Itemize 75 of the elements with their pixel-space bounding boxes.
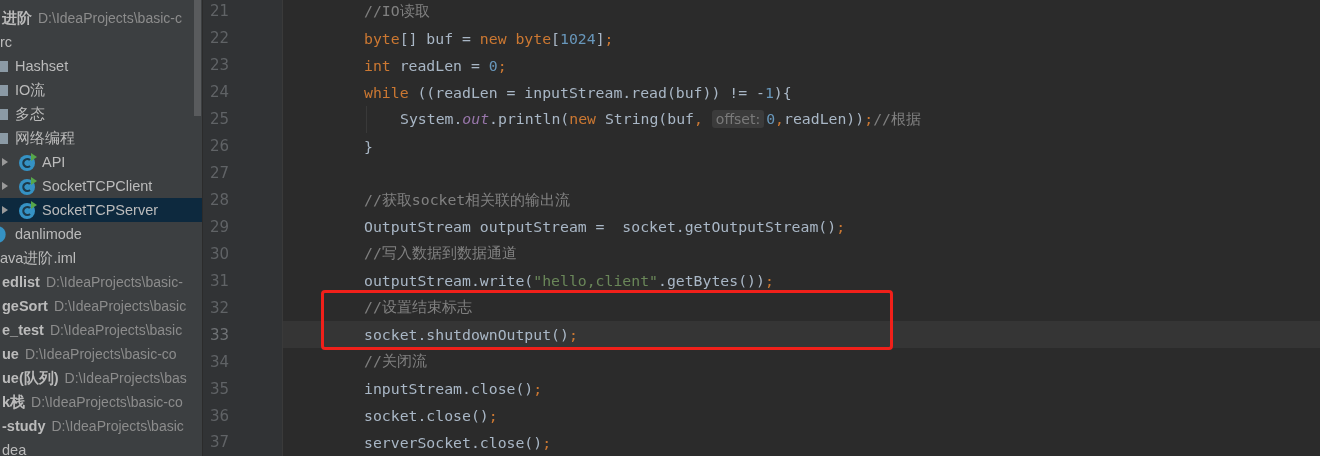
code-line: //IO读取 bbox=[364, 1, 430, 21]
code-line: //获取socket相关联的输出流 bbox=[364, 190, 571, 210]
tree-row[interactable]: Hashset bbox=[0, 54, 202, 78]
tree-row[interactable]: 进阶 D:\IdeaProjects\basic-c bbox=[0, 6, 202, 30]
tree-item-name: k栈 bbox=[2, 392, 26, 412]
tree-item-name: IO流 bbox=[15, 80, 46, 100]
tree-item-name: API bbox=[42, 154, 66, 170]
code-line: //写入数据到数据通道 bbox=[364, 244, 517, 264]
tree-row[interactable]: danlimode bbox=[0, 222, 202, 246]
tree-row[interactable]: edlist D:\IdeaProjects\basic- bbox=[0, 270, 202, 294]
class-icon bbox=[0, 225, 9, 243]
folder-icon bbox=[0, 84, 8, 96]
tree-row[interactable]: dea bbox=[0, 438, 202, 456]
tree-row[interactable]: IO流 bbox=[0, 78, 202, 102]
tree-item-name: 多态 bbox=[15, 104, 45, 124]
tree-item-name: SocketTCPServer bbox=[42, 202, 159, 218]
tree-item-name: -study bbox=[2, 418, 46, 434]
class-icon bbox=[18, 176, 38, 196]
folder-icon bbox=[0, 60, 8, 72]
tree-item-name: e_test bbox=[2, 322, 44, 338]
code-line: OutputStream outputStream = socket.getOutputStream(); bbox=[364, 218, 846, 236]
line-number: 33 bbox=[210, 325, 230, 344]
code-line: //设置结束标志 bbox=[364, 298, 472, 318]
tree-row[interactable]: ava进阶.iml bbox=[0, 246, 202, 270]
tree-item-name: 网络编程 bbox=[15, 128, 75, 148]
code-line: outputStream.write("hello,client".getBytes()); bbox=[364, 272, 774, 290]
tree-row[interactable]: API bbox=[0, 150, 202, 174]
class-icon bbox=[18, 152, 38, 172]
tree-row[interactable]: k栈 D:\IdeaProjects\basic-co bbox=[0, 390, 202, 414]
tree-item-name: danlimode bbox=[15, 226, 82, 242]
module-path: D:\IdeaProjects\bas bbox=[64, 370, 187, 386]
tree-row[interactable]: e_test D:\IdeaProjects\basic bbox=[0, 318, 202, 342]
module-path: D:\IdeaProjects\basic bbox=[49, 322, 183, 338]
code-line: inputStream.close(); bbox=[364, 380, 543, 398]
code-line: socket.close(); bbox=[364, 407, 498, 425]
tree-item-name: Hashset bbox=[15, 58, 69, 74]
tree-row[interactable]: ue D:\IdeaProjects\basic-co bbox=[0, 342, 202, 366]
tree-row[interactable]: -study D:\IdeaProjects\basic bbox=[0, 414, 202, 438]
folder-icon bbox=[0, 132, 8, 144]
tree-row[interactable]: geSort D:\IdeaProjects\basic bbox=[0, 294, 202, 318]
code-line: while ((readLen = inputStream.read(buf)) != -1){ bbox=[364, 83, 792, 101]
tree-item-name: ue(队列) bbox=[2, 368, 59, 388]
tree-item-name: dea bbox=[2, 442, 27, 456]
chevron-right-icon[interactable] bbox=[2, 206, 8, 214]
class-icon bbox=[18, 200, 38, 220]
code-line: socket.shutdownOutput(); bbox=[364, 326, 578, 344]
chevron-right-icon[interactable] bbox=[2, 158, 8, 166]
tree-row[interactable]: SocketTCPClient bbox=[0, 174, 202, 198]
module-path: D:\IdeaProjects\basic-co bbox=[24, 346, 177, 362]
tree-item-name: edlist bbox=[2, 274, 40, 290]
tree-item-name: SocketTCPClient bbox=[42, 178, 153, 194]
tree-item-name: ava进阶.iml bbox=[0, 248, 76, 268]
code-line: byte[] buf = new byte[1024]; bbox=[364, 29, 614, 47]
code-line: int readLen = 0; bbox=[364, 56, 507, 74]
module-path: D:\IdeaProjects\basic-co bbox=[31, 394, 183, 410]
tree-item-name: 进阶 bbox=[2, 8, 32, 28]
module-path: D:\IdeaProjects\basic bbox=[53, 298, 187, 314]
tree-item-name: rc bbox=[0, 34, 13, 50]
tree-item-name: geSort bbox=[2, 298, 48, 314]
tree-row[interactable]: 多态 bbox=[0, 102, 202, 126]
tree-row[interactable]: ue(队列) D:\IdeaProjects\bas bbox=[0, 366, 202, 390]
tree-row[interactable]: SocketTCPServer bbox=[0, 198, 202, 222]
module-path: D:\IdeaProjects\basic bbox=[51, 418, 184, 434]
module-path: D:\IdeaProjects\basic- bbox=[45, 274, 183, 290]
scrollbar-thumb[interactable] bbox=[194, 0, 201, 116]
tree-item-name: ue bbox=[2, 346, 19, 362]
tree-row[interactable]: 网络编程 bbox=[0, 126, 202, 150]
code-line: System.out.println(new String(buf, offset: 0,readLen));//根据 bbox=[400, 109, 921, 129]
module-path: D:\IdeaProjects\basic-c bbox=[38, 10, 182, 26]
code-line: serverSocket.close(); bbox=[364, 433, 552, 451]
chevron-right-icon[interactable] bbox=[2, 182, 8, 190]
tree-row[interactable]: rc bbox=[0, 30, 202, 54]
folder-icon bbox=[0, 108, 8, 120]
code-line: //关闭流 bbox=[364, 352, 427, 372]
code-line: } bbox=[364, 137, 373, 155]
